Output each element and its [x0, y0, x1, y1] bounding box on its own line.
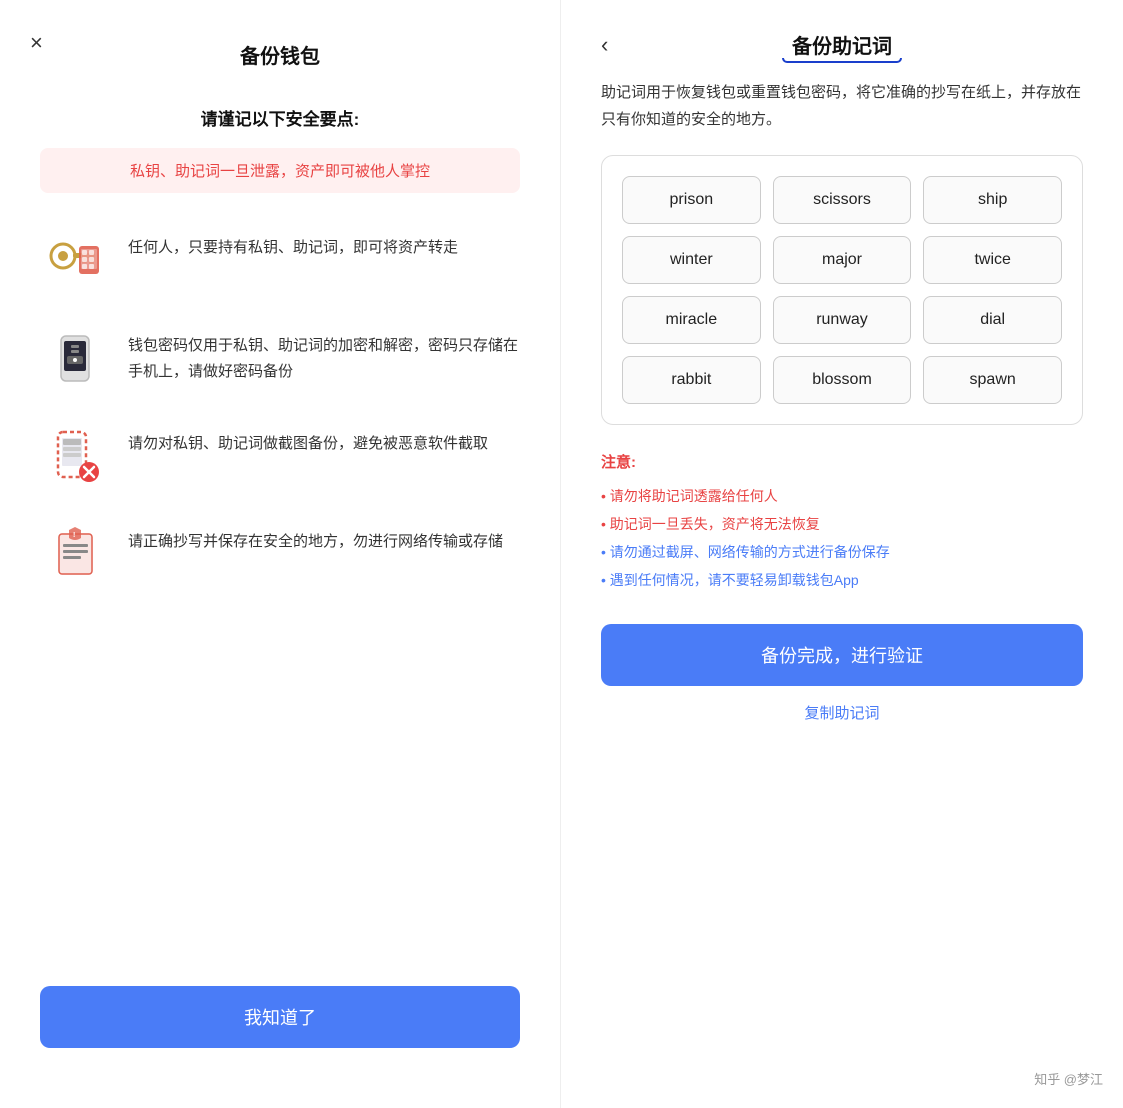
left-panel: × 备份钱包 请谨记以下安全要点: 私钥、助记词一旦泄露，资产即可被他人掌控 [0, 0, 561, 1108]
key-phone-icon [40, 225, 110, 295]
left-subtitle: 请谨记以下安全要点: [40, 105, 520, 130]
screenshot-icon [40, 421, 110, 491]
watermark: 知乎 @梦江 [1034, 1069, 1103, 1088]
phone-password-icon [40, 323, 110, 393]
mnemonic-word: twice [923, 236, 1062, 284]
feature-text-4: 请正确抄写并保存在安全的地方，勿进行网络传输或存储 [128, 519, 503, 555]
back-button[interactable]: ‹ [601, 32, 608, 58]
note-item: • 请勿将助记词透露给任何人 [601, 482, 1083, 510]
right-title: 备份助记词 [792, 30, 892, 59]
mnemonic-word: major [773, 236, 912, 284]
save-document-icon: ! [40, 519, 110, 589]
feature-item-2: 钱包密码仅用于私钥、助记词的加密和解密，密码只存储在手机上，请做好密码备份 [40, 323, 520, 393]
warning-box: 私钥、助记词一旦泄露，资产即可被他人掌控 [40, 148, 520, 193]
know-button[interactable]: 我知道了 [40, 986, 520, 1048]
mnemonic-word: spawn [923, 356, 1062, 404]
mnemonic-word: runway [773, 296, 912, 344]
note-item: • 请勿通过截屏、网络传输的方式进行备份保存 [601, 538, 1083, 566]
mnemonic-word: rabbit [622, 356, 761, 404]
mnemonic-grid: prisonscissorsship wintermajortwice miracl… [601, 155, 1083, 425]
feature-item-3: 请勿对私钥、助记词做截图备份，避免被恶意软件截取 [40, 421, 520, 491]
note-item: • 助记词一旦丢失，资产将无法恢复 [601, 510, 1083, 538]
right-header: ‹ 备份助记词 [601, 30, 1083, 59]
feature-item-1: 任何人，只要持有私钥、助记词，即可将资产转走 [40, 225, 520, 295]
feature-list: 任何人，只要持有私钥、助记词，即可将资产转走 钱包密码仅用于私钥、助记词的加密和… [40, 225, 520, 589]
feature-text-1: 任何人，只要持有私钥、助记词，即可将资产转走 [128, 225, 458, 261]
feature-text-2: 钱包密码仅用于私钥、助记词的加密和解密，密码只存储在手机上，请做好密码备份 [128, 323, 520, 384]
note-item: • 遇到任何情况，请不要轻易卸载钱包App [601, 566, 1083, 594]
mnemonic-word: scissors [773, 176, 912, 224]
feature-item-4: ! 请正确抄写并保存在安全的地方，勿进行网络传输或存储 [40, 519, 520, 589]
close-button[interactable]: × [30, 30, 43, 56]
mnemonic-word: prison [622, 176, 761, 224]
mnemonic-word: blossom [773, 356, 912, 404]
verify-button[interactable]: 备份完成，进行验证 [601, 624, 1083, 686]
mnemonic-word: miracle [622, 296, 761, 344]
notes-title: 注意: [601, 451, 1083, 472]
mnemonic-word: dial [923, 296, 1062, 344]
right-panel: ‹ 备份助记词 助记词用于恢复钱包或重置钱包密码，将它准确的抄写在纸上，并存放在… [561, 0, 1123, 1108]
feature-text-3: 请勿对私钥、助记词做截图备份，避免被恶意软件截取 [128, 421, 488, 457]
mnemonic-word: ship [923, 176, 1062, 224]
svg-text:!: ! [73, 532, 75, 539]
left-title: 备份钱包 [40, 40, 520, 69]
copy-mnemonic-link[interactable]: 复制助记词 [601, 702, 1083, 723]
mnemonic-word: winter [622, 236, 761, 284]
notes-section: 注意: • 请勿将助记词透露给任何人• 助记词一旦丢失，资产将无法恢复• 请勿通… [601, 451, 1083, 594]
right-description: 助记词用于恢复钱包或重置钱包密码，将它准确的抄写在纸上，并存放在只有你知道的安全… [601, 79, 1083, 133]
